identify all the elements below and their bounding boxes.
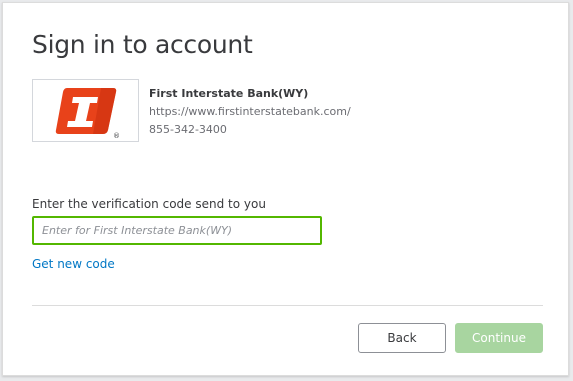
continue-button[interactable]: Continue [455,323,543,353]
bank-name: First Interstate Bank(WY) [149,87,309,100]
bank-phone: 855-342-3400 [149,123,227,136]
svg-text:®: ® [113,132,120,138]
bank-info: First Interstate Bank(WY) https://www.fi… [149,87,351,136]
sign-in-dialog: Sign in to account ® First Interstate Ba… [2,2,569,376]
page-title: Sign in to account [32,30,253,59]
verification-code-input[interactable] [32,216,322,245]
divider [32,305,543,306]
back-button[interactable]: Back [358,323,446,353]
get-new-code-link[interactable]: Get new code [32,257,115,271]
bank-url: https://www.firstinterstatebank.com/ [149,105,351,118]
verification-code-label: Enter the verification code send to you [32,197,266,211]
first-interstate-logo-icon: ® [55,88,120,138]
bank-logo: ® [32,79,139,142]
